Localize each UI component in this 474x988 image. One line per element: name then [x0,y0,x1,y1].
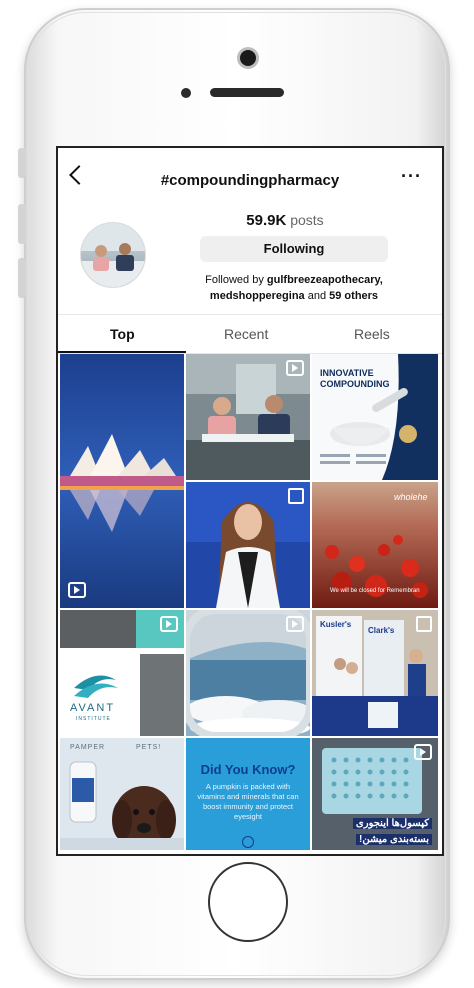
earpiece-speaker [210,88,284,97]
post-title-line-2: COMPOUNDING [320,379,390,389]
tab-top[interactable]: Top [110,326,135,342]
post-brand: wholehe [394,492,428,502]
reel-icon [286,360,304,376]
post-remembrance-poppies[interactable]: wholehe We will be closed for Remembran [312,482,438,608]
post-did-you-know[interactable]: Did You Know? A pumpkin is packed with v… [186,738,310,850]
home-button[interactable] [208,862,288,942]
follower-link-2[interactable]: medshopperegina [210,290,305,302]
post-title: Did You Know? [200,762,296,777]
multiple-photos-icon [416,616,432,632]
avatar-image [81,223,145,287]
post-body: A pumpkin is packed with vitamins and mi… [197,782,299,821]
reel-icon [414,744,432,760]
posts-number: 59.9K [246,212,287,229]
reel-icon [160,616,178,632]
app-screen: #compoundingpharmacy ··· 59.9K posts Fol… [56,146,444,856]
tab-recent[interactable]: Recent [224,326,268,342]
more-options-icon[interactable]: ··· [401,166,422,187]
post-airplane-view[interactable] [186,610,310,736]
front-camera [240,50,256,66]
follower-link-1[interactable]: gulfbreezeapothecary, [267,274,383,286]
post-image [60,354,184,608]
post-innovative-compounding[interactable]: INNOVATIVE COMPOUNDING [312,354,438,480]
reel-icon [286,616,304,632]
post-header: PAMPER [70,744,106,751]
rx-logo-icon [242,836,254,848]
followed-and: and [304,290,330,302]
post-avant-institute[interactable]: AVANT INSTITUTE [60,610,184,736]
reel-icon [68,582,86,598]
followed-prefix: Followed by [205,274,267,286]
feed-tabs: Top Recent Reels [58,314,442,354]
post-pamper-pets[interactable]: PAMPER PETS! [60,738,184,850]
following-button[interactable]: Following [200,236,388,262]
followers-others-link[interactable]: 59 others [329,290,378,302]
post-pharmacy-booth[interactable]: Kusler's Clark's [312,610,438,736]
post-pharmacists-video[interactable] [186,354,310,480]
post-caption: We will be closed for Remembran [330,588,420,594]
volume-up-button [18,204,26,244]
post-image [60,738,184,850]
post-title-line-1: INNOVATIVE [320,368,374,378]
hashtag-title: #compoundingpharmacy [160,172,340,189]
mute-switch [18,148,26,178]
post-caption-line-1: کپسول‌ها اینجوری [352,818,432,829]
posts-label: posts [290,212,324,228]
post-caption-line-2: بسته‌بندی میشن! [356,834,432,845]
multiple-photos-icon [288,488,304,504]
post-header-2: PETS! [136,744,162,751]
post-sydney-opera-house[interactable] [60,354,184,608]
active-tab-indicator [58,351,186,353]
tab-reels[interactable]: Reels [354,326,390,342]
top-bar: #compoundingpharmacy ··· [58,148,442,206]
post-logo-sub: INSTITUTE [76,716,111,722]
followed-by-text: Followed by gulfbreezeapothecary, medsho… [188,272,400,304]
post-brand-2: Clark's [368,626,395,635]
proximity-sensor [181,88,191,98]
volume-down-button [18,258,26,298]
posts-count: 59.9K posts [58,212,442,229]
post-capsule-packaging[interactable]: کپسول‌ها اینجوری بسته‌بندی میشن! [312,738,438,850]
post-logo-text: AVANT [70,702,116,714]
hashtag-avatar [80,222,146,288]
post-brand-1: Kusler's [320,620,352,629]
post-pharmacist-presenter[interactable] [186,482,310,608]
